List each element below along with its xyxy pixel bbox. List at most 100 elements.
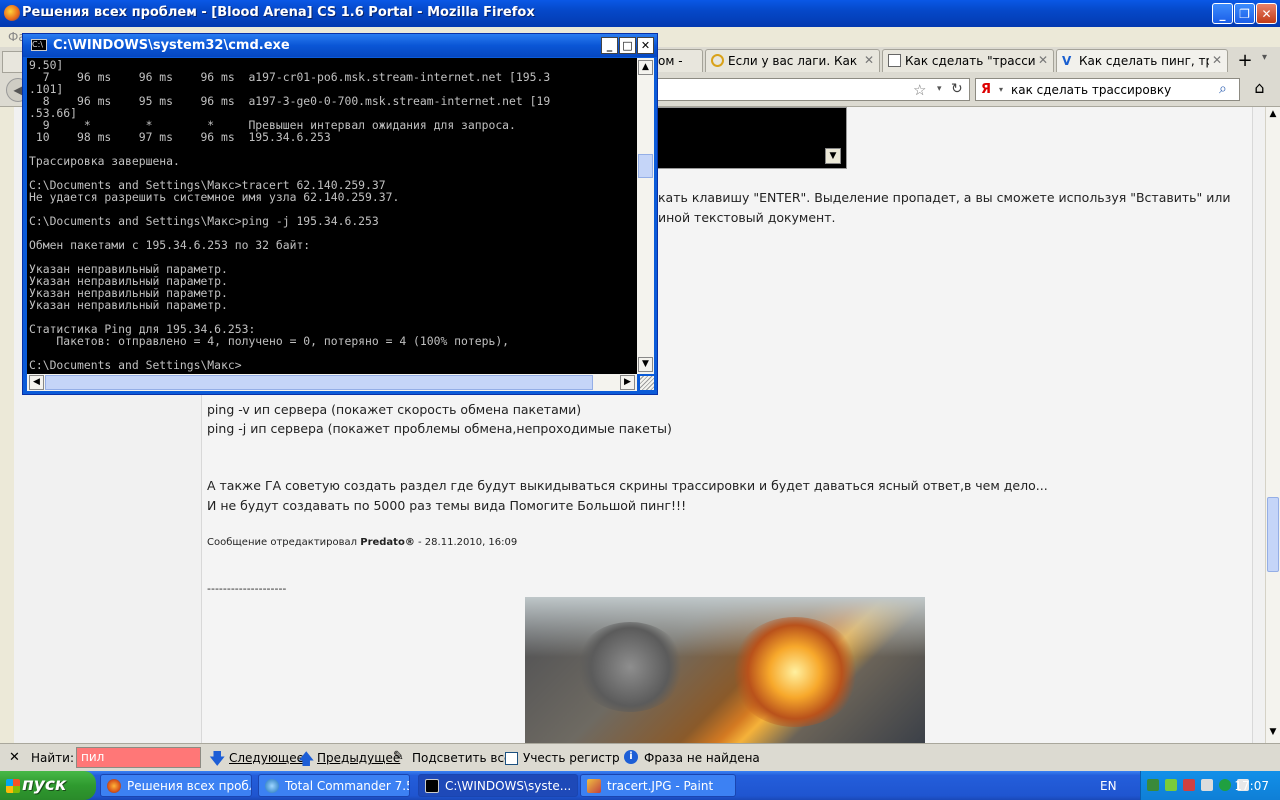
find-next-button[interactable]: Следующее — [229, 751, 304, 765]
advice-text: И не будут создавать по 5000 раз темы ви… — [207, 498, 687, 513]
status-icon[interactable] — [1219, 779, 1231, 791]
network-icon[interactable] — [1147, 779, 1159, 791]
tab-1[interactable]: ом - ... — [655, 49, 703, 72]
post-text-line: иной текстовый документ. — [658, 210, 836, 225]
scroll-down-icon[interactable]: ▼ — [638, 357, 653, 372]
find-bar: ✕ Найти: 🡇 Следующее 🡅 Предыдущее ✎ Подс… — [0, 743, 1280, 772]
find-label: Найти: — [31, 751, 75, 765]
embedded-console-image: ▼ — [645, 107, 847, 169]
firefox-icon — [4, 5, 20, 21]
close-tab-icon[interactable]: ✕ — [864, 53, 874, 67]
cmd-line: 10 98 ms 97 ms 96 ms 195.34.6.253 — [29, 130, 331, 144]
cmd-line: 7 96 ms 96 ms 96 ms a197-cr01-po6.msk.st… — [29, 70, 551, 84]
tab-2[interactable]: Если у вас лаги. Как сд... ✕ — [705, 49, 880, 72]
device-icon[interactable] — [1201, 779, 1213, 791]
engine-dropdown-icon[interactable]: ▾ — [999, 85, 1003, 94]
cmd-horizontal-scrollbar[interactable]: ◀ ▶ — [27, 374, 637, 391]
find-prev-button[interactable]: Предыдущее — [317, 751, 400, 765]
restore-button[interactable]: ❐ — [1234, 3, 1255, 24]
ping-j-text: ping -j ип сервера (покажет проблемы обм… — [207, 421, 672, 436]
firefox-icon — [107, 779, 121, 793]
edited-note: Сообщение отредактировал Predato® - 28.1… — [207, 537, 518, 548]
task-cmd[interactable]: C:\WINDOWS\syste... — [418, 774, 578, 797]
explosion — [730, 617, 860, 727]
language-indicator[interactable]: EN — [1100, 779, 1117, 793]
tab-4[interactable]: V Как сделать пинг, трас... ✕ — [1056, 49, 1228, 72]
cmd-close-button[interactable]: ✕ — [637, 37, 654, 54]
resize-grip[interactable] — [640, 376, 654, 390]
find-input[interactable] — [76, 747, 203, 768]
match-case-label[interactable]: Учесть регистр — [523, 751, 620, 765]
post-text-line: кать клавишу "ENTER". Выделение пропадет… — [658, 190, 1231, 205]
cmd-output: 9.50] 7 96 ms 96 ms 96 ms a197-cr01-po6.… — [27, 58, 637, 372]
cmd-icon — [425, 779, 439, 793]
cmd-line: Обмен пакетами с 195.34.6.253 по 32 байт… — [29, 238, 311, 252]
cmd-line: C:\Documents and Settings\Макс> — [29, 358, 242, 372]
total-commander-icon — [265, 779, 279, 793]
ping-v-text: ping -v ип сервера (покажет скорость обм… — [207, 402, 582, 417]
scroll-up-icon[interactable]: ▲ — [638, 60, 653, 75]
scroll-left-icon[interactable]: ◀ — [29, 375, 44, 390]
cmd-maximize-button[interactable]: □ — [619, 37, 636, 54]
signature-separator: -------------------- — [207, 582, 287, 595]
cmd-line: Не удается разрешить системное имя узла … — [29, 190, 400, 204]
cmd-vertical-scrollbar[interactable]: ▲ ▼ — [637, 58, 654, 374]
task-paint[interactable]: tracert.JPG - Paint — [580, 774, 736, 797]
new-tab-icon[interactable]: + — [1233, 50, 1257, 71]
editor-link[interactable]: Predato® — [360, 537, 415, 548]
advice-text: А также ГА советую создать раздел где бу… — [207, 478, 1048, 493]
tab-list-icon[interactable]: ▾ — [1262, 52, 1267, 63]
close-button[interactable]: ✕ — [1256, 3, 1277, 24]
clock[interactable]: 17:07 — [1234, 779, 1269, 793]
cmd-scroll-thumb[interactable] — [638, 154, 653, 178]
yandex-icon[interactable]: Я — [981, 82, 991, 97]
match-case-checkbox[interactable] — [505, 752, 518, 765]
cmd-line: 8 96 ms 95 ms 96 ms a197-3-ge0-0-700.msk… — [29, 94, 551, 108]
tab-3[interactable]: Как сделать "трассиров... ✕ — [882, 49, 1054, 72]
cmd-console[interactable]: 9.50] 7 96 ms 96 ms 96 ms a197-cr01-po6.… — [27, 58, 637, 374]
cmd-hscroll-thumb[interactable] — [45, 375, 593, 390]
page-scrollbar[interactable]: ▲ ▼ — [1265, 107, 1280, 743]
paint-icon — [587, 779, 601, 793]
windows-logo-icon — [6, 779, 20, 793]
cmd-line: Указан неправильный параметр. — [29, 298, 228, 312]
cmd-minimize-button[interactable]: _ — [601, 37, 618, 54]
highlight-all-button[interactable]: Подсветить все — [412, 751, 511, 765]
url-dropdown-icon[interactable]: ▾ — [937, 84, 942, 94]
close-tab-icon[interactable]: ✕ — [1038, 53, 1048, 67]
security-icon[interactable] — [1183, 779, 1195, 791]
url-field[interactable]: ☆ ▾ ↻ — [640, 78, 970, 101]
v-site-icon: V — [1062, 54, 1072, 68]
task-firefox[interactable]: Решения всех пробл... — [100, 774, 252, 797]
shield-icon[interactable] — [1165, 779, 1177, 791]
info-icon: i — [624, 750, 638, 764]
search-icon[interactable]: ⌕ — [1219, 81, 1227, 97]
scroll-down-icon[interactable]: ▼ — [1266, 727, 1280, 737]
site-icon — [711, 54, 724, 67]
search-box[interactable]: Я ▾ как сделать трассировку ⌕ — [975, 78, 1240, 101]
task-total-commander[interactable]: Total Commander 7.5... — [258, 774, 410, 797]
reload-icon[interactable]: ↻ — [951, 81, 963, 97]
scroll-up-icon[interactable]: ▲ — [1266, 109, 1280, 119]
search-input[interactable]: как сделать трассировку — [1011, 83, 1171, 97]
bookmark-star-icon[interactable]: ☆ — [913, 81, 926, 99]
highlight-icon[interactable]: ✎ — [393, 749, 404, 764]
window-title: Решения всех проблем - [Blood Arena] CS … — [22, 5, 535, 20]
home-icon[interactable]: ⌂ — [1247, 78, 1272, 101]
scroll-right-icon[interactable]: ▶ — [620, 375, 635, 390]
close-tab-icon[interactable]: ✕ — [1212, 53, 1222, 67]
scroll-thumb[interactable] — [1267, 497, 1279, 572]
cmd-icon: C:\ — [31, 39, 47, 51]
cmd-title: C:\WINDOWS\system32\cmd.exe — [53, 38, 290, 53]
blood-arena-logo — [575, 622, 685, 712]
page-icon — [888, 54, 901, 67]
firefox-title-bar[interactable]: Решения всех проблем - [Blood Arena] CS … — [0, 0, 1280, 27]
find-input-field[interactable] — [77, 748, 203, 766]
cmd-window[interactable]: C:\ C:\WINDOWS\system32\cmd.exe _ □ ✕ 9.… — [22, 33, 658, 395]
signature-banner-image — [525, 597, 925, 743]
start-button[interactable]: пуск — [0, 771, 96, 800]
close-find-icon[interactable]: ✕ — [9, 750, 20, 765]
cmd-line: Пакетов: отправлено = 4, получено = 0, п… — [29, 334, 510, 348]
cmd-title-bar[interactable]: C:\ C:\WINDOWS\system32\cmd.exe _ □ ✕ — [23, 34, 657, 57]
minimize-button[interactable]: _ — [1212, 3, 1233, 24]
